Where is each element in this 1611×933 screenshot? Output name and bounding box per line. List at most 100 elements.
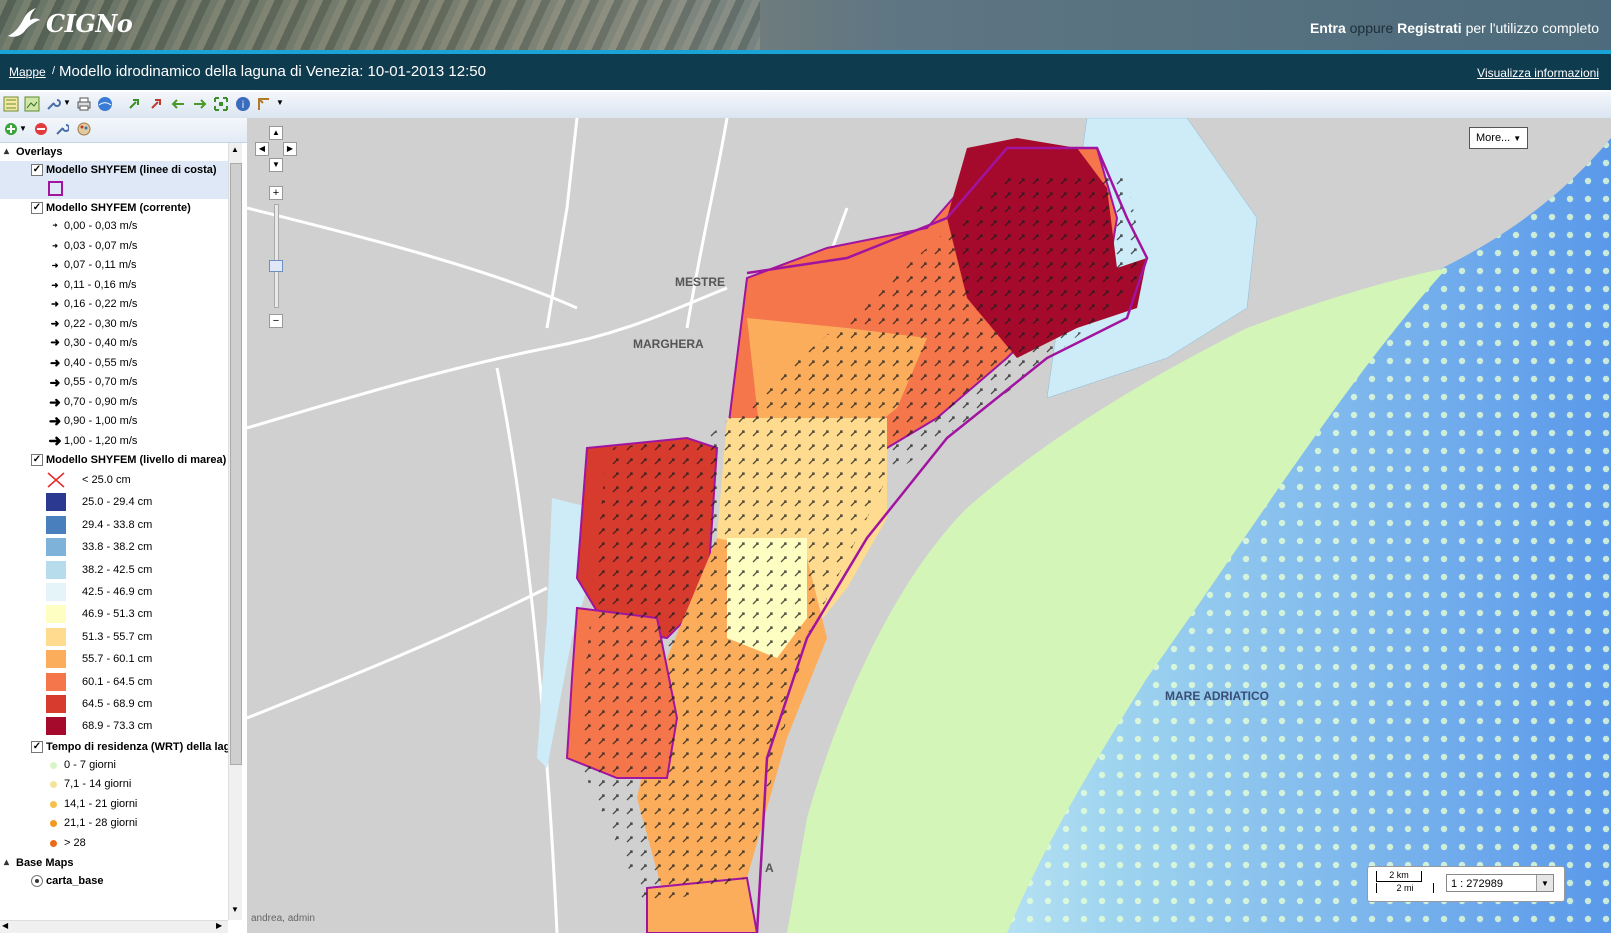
register-link[interactable]: Registrati (1397, 20, 1462, 36)
layer-tree-vertical-scrollbar[interactable]: ▲ ▼ (228, 143, 242, 920)
coast-legend (0, 179, 233, 199)
zoom-slider-handle[interactable] (269, 260, 283, 272)
current-class-label: 0,11 - 0,16 m/s (64, 278, 137, 291)
overlays-group[interactable]: Overlays (0, 143, 233, 161)
layer-current[interactable]: ✓ Modello SHYFEM (corrente) (0, 199, 233, 217)
current-class: ➜ 0,16 - 0,22 m/s (0, 295, 233, 315)
tide-class: 64.5 - 68.9 cm (0, 693, 233, 715)
scale-select[interactable]: 1 : 272989 ▼ (1446, 874, 1554, 892)
layer-coast[interactable]: ✓ Modello SHYFEM (linee di costa) (0, 161, 233, 179)
current-class-label: 0,55 - 0,70 m/s (64, 376, 138, 388)
google-earth-icon[interactable] (97, 96, 113, 112)
tide-class: 55.7 - 60.1 cm (0, 648, 233, 670)
color-swatch (46, 582, 66, 601)
arrow-icon: ➜ (48, 413, 62, 430)
zoom-extent-icon[interactable] (213, 96, 229, 112)
tide-class: 29.4 - 33.8 cm (0, 514, 233, 536)
current-class-label: 0,16 - 0,22 m/s (64, 298, 138, 310)
pan-down-button[interactable]: ▼ (269, 158, 283, 172)
zoom-slider-track[interactable] (274, 204, 279, 308)
tide-class-label: 29.4 - 33.8 cm (82, 518, 153, 531)
basemap-item[interactable]: carta_base (0, 872, 233, 890)
layer-tide[interactable]: ✓ Modello SHYFEM (livello di marea) (0, 451, 233, 469)
layer-properties-icon[interactable] (55, 122, 69, 136)
tools-icon[interactable] (45, 96, 61, 112)
print-icon[interactable] (76, 96, 92, 112)
tools-dropdown-arrow[interactable]: ▼ (63, 98, 71, 107)
scroll-left-arrow[interactable]: ◀ (2, 921, 8, 930)
tide-class: 25.0 - 29.4 cm (0, 491, 233, 513)
cross-icon (46, 471, 66, 489)
layer-tree-icon[interactable] (3, 96, 19, 112)
login-link[interactable]: Entra (1310, 20, 1346, 36)
breadcrumb-maps[interactable]: Mappe (9, 65, 46, 79)
tide-class: < 25.0 cm (0, 469, 233, 491)
current-class-label: 0,00 - 0,03 m/s (64, 220, 138, 232)
layer-coast-checkbox[interactable]: ✓ (31, 164, 43, 176)
zoom-out-button[interactable]: − (269, 314, 283, 328)
tide-class-label: 42.5 - 46.9 cm (82, 585, 153, 598)
auth-suffix: per l'utilizzo completo (1465, 20, 1599, 36)
map-viewport[interactable]: MESTRE MARGHERA MARE ADRIATICO A ▲ ◀ ▶ ▼… (247, 118, 1611, 933)
dot-icon (50, 781, 57, 789)
color-swatch (46, 672, 66, 691)
arrow-icon: ➜ (50, 337, 60, 349)
logo[interactable]: CIGNo (6, 6, 133, 40)
tide-class-label: 46.9 - 51.3 cm (82, 608, 153, 621)
layer-tide-checkbox[interactable]: ✓ (31, 454, 43, 466)
more-button[interactable]: More... ▼ (1469, 127, 1529, 149)
layer-current-checkbox[interactable]: ✓ (31, 202, 43, 214)
back-arrow-icon[interactable] (170, 96, 186, 112)
scale-bar-mi: 2 mi (1376, 883, 1434, 893)
current-class-label: 0,40 - 0,55 m/s (64, 356, 138, 369)
add-layer-icon[interactable] (4, 122, 18, 136)
auth-links: Entra oppure Registrati per l'utilizzo c… (1310, 20, 1599, 36)
svg-text:i: i (242, 100, 245, 111)
tide-class-label: 60.1 - 64.5 cm (82, 675, 153, 688)
current-class: ➜ 0,55 - 0,70 m/s (0, 373, 233, 393)
measure-dropdown-arrow[interactable]: ▼ (276, 98, 284, 107)
zoom-in-button[interactable]: + (269, 186, 283, 200)
layer-wrt[interactable]: ✓ Tempo di residenza (WRT) della laguna (0, 738, 233, 756)
show-info-link[interactable]: Visualizza informazioni (1477, 66, 1599, 80)
current-class: ➜ 1,00 - 1,20 m/s (0, 432, 233, 452)
layer-styles-icon[interactable] (77, 122, 91, 136)
scroll-down-arrow[interactable]: ▼ (231, 905, 239, 914)
basemap-label: carta_base (46, 874, 104, 887)
forward-arrow-icon[interactable] (192, 96, 208, 112)
basemap-radio[interactable] (31, 874, 43, 887)
scale-box: 2 km 2 mi 1 : 272989 ▼ (1367, 866, 1565, 902)
scroll-up-arrow[interactable]: ▲ (231, 145, 239, 154)
wrt-class-label: 0 - 7 giorni (64, 758, 116, 771)
pan-right-button[interactable]: ▶ (283, 142, 297, 156)
measure-icon[interactable] (256, 96, 272, 112)
layer-tree-horizontal-scrollbar[interactable]: ◀ ▶ (0, 920, 228, 933)
zoom-out-box-icon[interactable] (148, 96, 164, 112)
layer-tide-label: Modello SHYFEM (livello di marea) (46, 454, 227, 466)
layer-wrt-checkbox[interactable]: ✓ (31, 740, 43, 753)
scroll-right-arrow[interactable]: ▶ (216, 921, 222, 930)
color-swatch (46, 538, 66, 557)
map-attribution: andrea, admin (251, 913, 315, 924)
scroll-thumb[interactable] (230, 163, 242, 765)
tide-class: 38.2 - 42.5 cm (0, 559, 233, 581)
scale-bar-km: 2 km (1376, 871, 1422, 882)
map-image-icon[interactable] (24, 96, 40, 112)
place-mestre: MESTRE (675, 275, 725, 289)
remove-layer-icon[interactable] (34, 122, 48, 136)
zoom-in-box-icon[interactable] (126, 96, 142, 112)
arrow-icon: ➜ (52, 223, 58, 229)
pan-up-button[interactable]: ▲ (269, 126, 283, 140)
wrt-class-label: 21,1 - 28 giorni (64, 817, 138, 830)
scale-select-arrow-icon[interactable]: ▼ (1536, 875, 1553, 891)
current-class-label: 0,30 - 0,40 m/s (64, 337, 138, 349)
basemaps-group[interactable]: Base Maps (0, 854, 233, 872)
pan-left-button[interactable]: ◀ (255, 142, 269, 156)
add-layer-dropdown-arrow[interactable]: ▼ (19, 124, 27, 133)
info-icon[interactable]: i (235, 96, 251, 112)
tide-class: 46.9 - 51.3 cm (0, 603, 233, 625)
tide-class: 60.1 - 64.5 cm (0, 671, 233, 693)
map-canvas[interactable]: MESTRE MARGHERA MARE ADRIATICO A (247, 118, 1611, 933)
tide-class: 33.8 - 38.2 cm (0, 536, 233, 558)
dot-icon (50, 840, 57, 848)
